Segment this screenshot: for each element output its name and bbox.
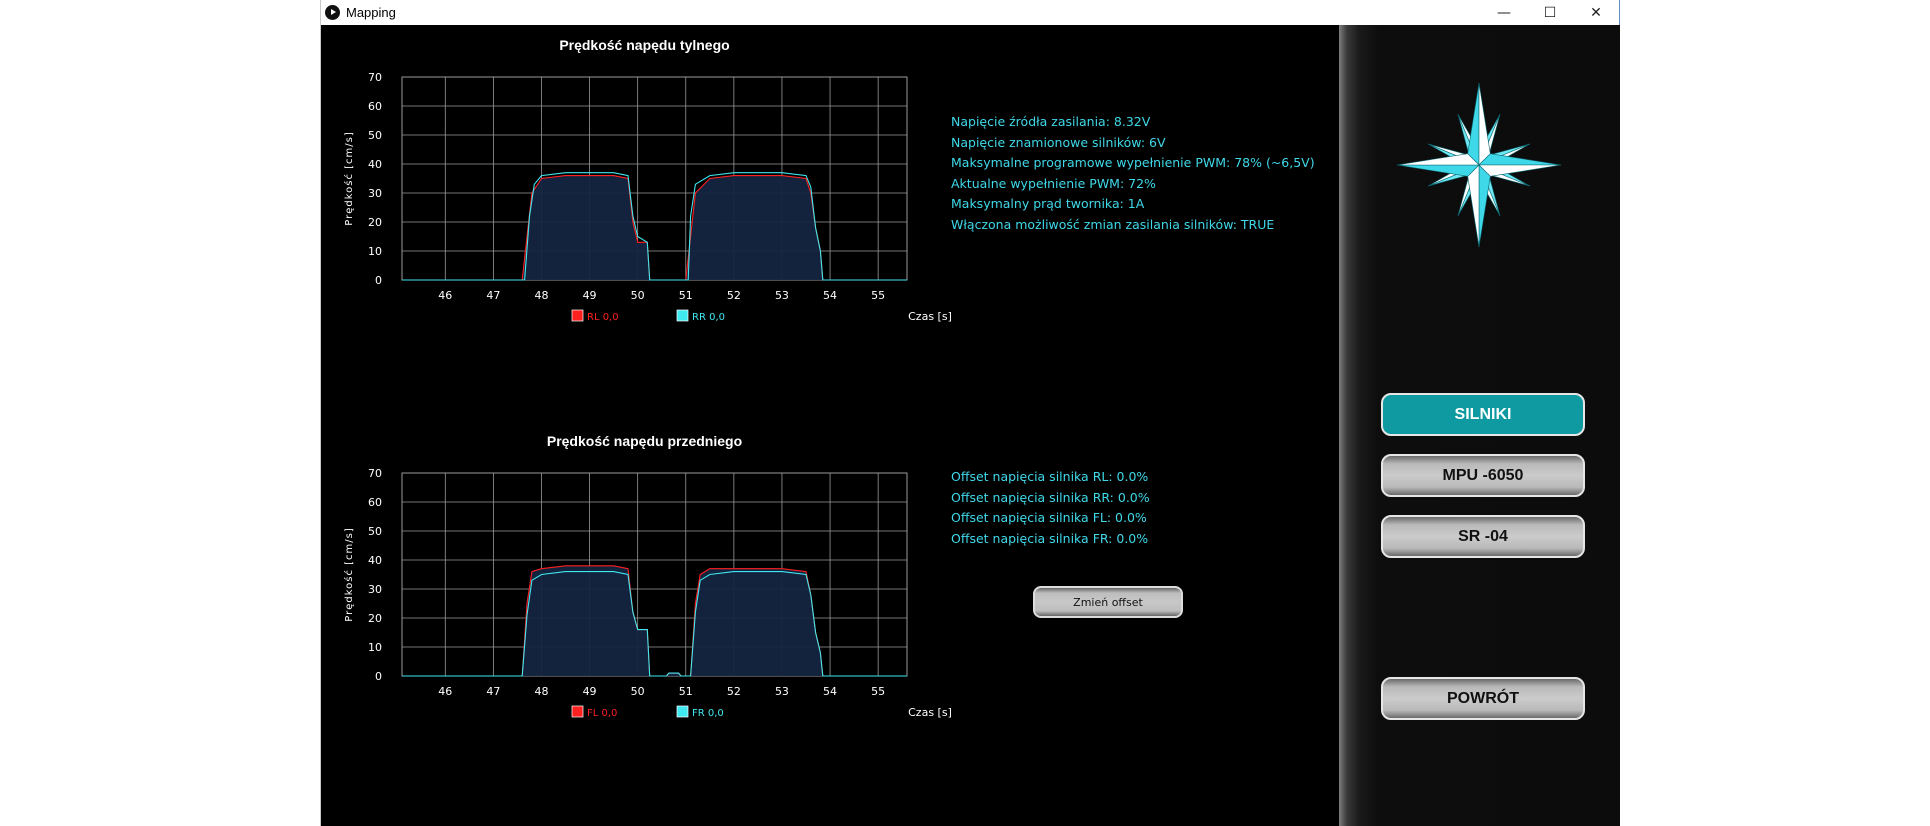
x-tick-label: 46 [438, 289, 452, 302]
sr04-button[interactable]: SR -04 [1381, 515, 1585, 558]
y-tick-label: 20 [368, 216, 382, 229]
compass-major-point [1467, 82, 1480, 166]
y-tick-label: 60 [368, 100, 382, 113]
info-offset-fl: Offset napięcia silnika FL: 0.0% [951, 510, 1147, 525]
x-tick-label: 49 [583, 685, 597, 698]
info-offset-rl: Offset napięcia silnika RL: 0.0% [951, 469, 1149, 484]
legend-label: RL 0,0 [587, 312, 619, 323]
x-tick-label: 55 [871, 289, 885, 302]
y-tick-label: 20 [368, 612, 382, 625]
y-axis-label: Prędkość [cm/s] [343, 527, 355, 622]
y-tick-label: 30 [368, 187, 382, 200]
motor-info-panel: Napięcie źródła zasilania: 8.32V Napięci… [951, 112, 1315, 235]
info-max-pwm: Maksymalne programowe wypełnienie PWM: 7… [951, 155, 1315, 170]
x-tick-label: 47 [486, 289, 500, 302]
x-tick-label: 51 [679, 289, 693, 302]
legend-swatch [571, 309, 584, 322]
main-area: Prędkość napędu tylnego 46 47 48 49 50 51 52 53 5… [321, 25, 1339, 826]
compass-major-point [1478, 82, 1491, 166]
x-tick-label: 49 [583, 289, 597, 302]
app-window: Mapping — ☐ ✕ Prędkość napędu tylnego 46 4… [320, 0, 1620, 826]
x-tick-label: 52 [727, 685, 741, 698]
info-offset-rr: Offset napięcia silnika RR: 0.0% [951, 489, 1150, 505]
plot-area [401, 472, 908, 677]
x-axis-label: Czas [s] [908, 310, 952, 323]
legend-label: FR 0,0 [692, 708, 724, 719]
compass-major-point [1396, 153, 1480, 166]
side-panel: SILNIKI MPU -6050 SR -04 POWRÓT [1339, 25, 1620, 826]
mpu6050-button[interactable]: MPU -6050 [1381, 454, 1585, 497]
offset-info-panel: Offset napięcia silnika RL: 0.0% Offset … [951, 467, 1150, 549]
play-circle-icon [325, 5, 340, 20]
y-tick-label: 70 [368, 71, 382, 84]
chart-title: Prędkość napędu tylnego [559, 37, 729, 53]
info-current-pwm: Aktualne wypełnienie PWM: 72% [951, 175, 1156, 191]
legend-swatch [571, 705, 584, 718]
x-axis-label: Czas [s] [908, 706, 952, 719]
info-max-current: Maksymalny prąd twornika: 1A [951, 196, 1145, 211]
x-tick-label: 50 [631, 685, 645, 698]
x-tick-label: 54 [823, 289, 837, 302]
maximize-button[interactable]: ☐ [1527, 0, 1573, 25]
y-tick-label: 10 [368, 245, 382, 258]
info-power-change-enabled: Włączona możliwość zmian zasilania silni… [951, 216, 1275, 232]
y-axis-label: Prędkość [cm/s] [343, 131, 355, 226]
front-drive-speed-chart: Prędkość napędu przedniego 46 47 48 49 50 51 52… [343, 433, 952, 719]
y-tick-label: 30 [368, 583, 382, 596]
y-tick-label: 60 [368, 496, 382, 509]
x-tick-label: 51 [679, 685, 693, 698]
x-tick-label: 52 [727, 289, 741, 302]
rear-drive-speed-chart: Prędkość napędu tylnego 46 47 48 49 50 51 52 53 5… [343, 37, 952, 323]
y-tick-label: 50 [368, 129, 382, 142]
compass-major-point [1478, 164, 1562, 177]
legend-swatch [676, 309, 689, 322]
legend-label: RR 0,0 [692, 312, 725, 323]
change-offset-button[interactable]: Zmień offset [1033, 586, 1183, 618]
x-tick-label: 53 [775, 289, 789, 302]
x-tick-label: 54 [823, 685, 837, 698]
x-tick-label: 48 [534, 289, 548, 302]
compass-major-point [1478, 153, 1562, 166]
plot-area [401, 76, 908, 281]
compass-major-point [1478, 164, 1491, 248]
y-tick-label: 0 [375, 670, 382, 683]
x-tick-label: 55 [871, 685, 885, 698]
x-tick-label: 53 [775, 685, 789, 698]
y-tick-label: 0 [375, 274, 382, 287]
y-tick-label: 70 [368, 467, 382, 480]
y-tick-label: 40 [368, 158, 382, 171]
y-tick-label: 10 [368, 641, 382, 654]
title-bar[interactable]: Mapping — ☐ ✕ [321, 0, 1619, 25]
compass-major-point [1396, 164, 1480, 177]
legend-swatch [676, 705, 689, 718]
minimize-button[interactable]: — [1481, 0, 1527, 25]
y-tick-label: 50 [368, 525, 382, 538]
compass-star-icon [1396, 82, 1562, 248]
x-tick-label: 47 [486, 685, 500, 698]
x-tick-label: 46 [438, 685, 452, 698]
x-tick-label: 50 [631, 289, 645, 302]
close-button[interactable]: ✕ [1573, 0, 1619, 25]
info-offset-fr: Offset napięcia silnika FR: 0.0% [951, 530, 1149, 546]
motors-button[interactable]: SILNIKI [1381, 393, 1585, 436]
chart-title: Prędkość napędu przedniego [547, 433, 742, 449]
back-button[interactable]: POWRÓT [1381, 677, 1585, 720]
legend-label: FL 0,0 [587, 708, 617, 719]
y-tick-label: 40 [368, 554, 382, 567]
info-rated-voltage: Napięcie znamionowe silników: 6V [951, 134, 1166, 150]
x-tick-label: 48 [534, 685, 548, 698]
compass-major-point [1467, 164, 1480, 248]
window-title: Mapping [346, 5, 396, 20]
info-supply-voltage: Napięcie źródła zasilania: 8.32V [951, 114, 1151, 129]
